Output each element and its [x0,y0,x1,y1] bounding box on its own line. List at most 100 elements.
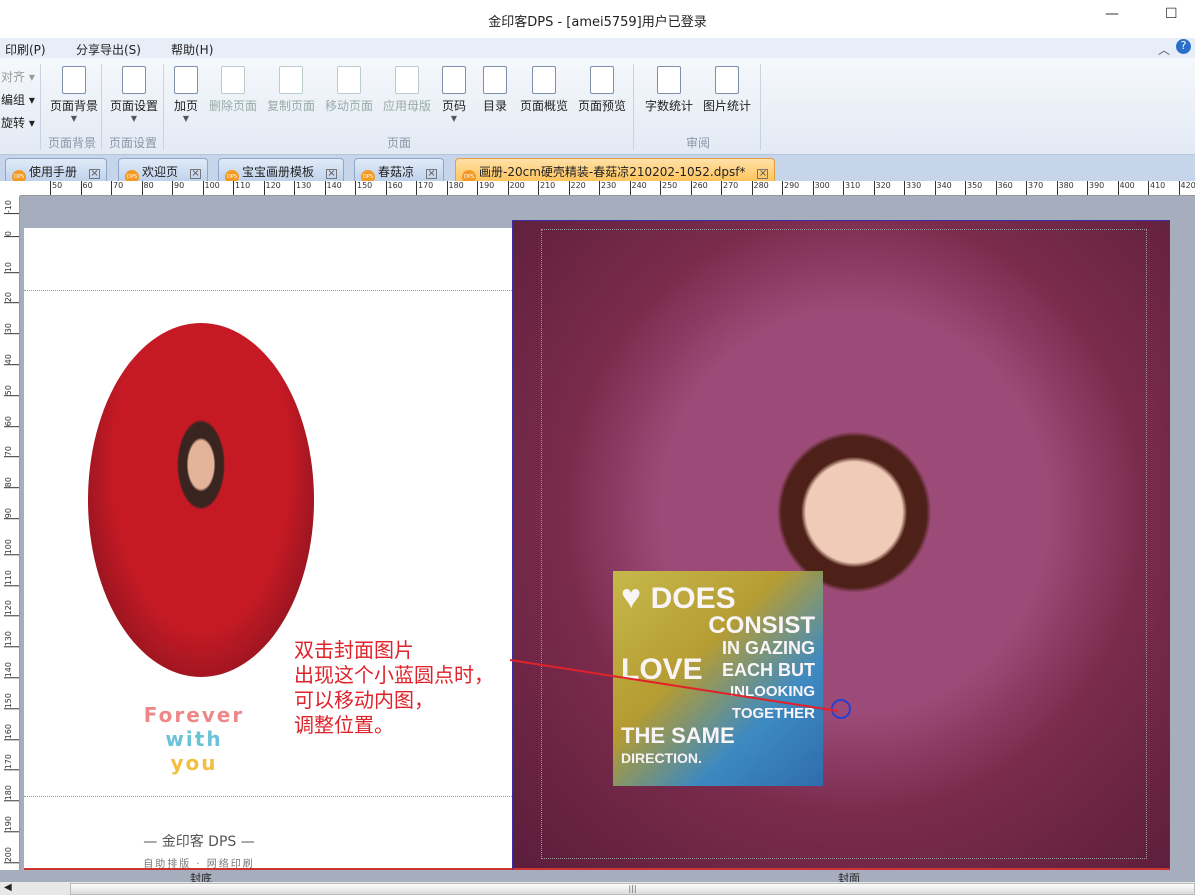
ruler-tick: 420 [1178,181,1195,195]
help-icon[interactable]: ? [1176,39,1191,54]
group-label-page: 页面 [387,136,412,150]
dropdown-arrow-icon: ▼ [182,114,190,123]
rotate-menu[interactable]: 旋转 ▾ [1,114,35,131]
ruler-tick: 140 [4,662,19,679]
image-count-button[interactable]: 图片统计 [701,66,753,114]
copy-page-button[interactable]: 复制页面 [265,66,317,114]
ruler-tick: 110 [233,181,250,195]
close-tab-icon[interactable]: × [426,169,438,179]
group-label-page-background: 页面背景 [48,136,97,150]
ruler-tick: 50 [4,384,19,396]
word-count-button[interactable]: 字数统计 [643,66,695,114]
ruler-tick: 360 [995,181,1013,195]
ruler-tick: 170 [416,181,433,195]
page-preview-button[interactable]: 页面预览 [576,66,628,114]
page-overview-button[interactable]: 页面概览 [518,66,570,114]
ruler-tick: 20 [4,292,19,304]
toc-icon [483,66,507,94]
close-tab-icon[interactable]: × [757,169,769,179]
page-setup-button[interactable]: 页面设置 ▼ [108,66,160,123]
ruler-tick: 340 [934,181,952,195]
ruler-tick: 260 [690,181,708,195]
group-label-review: 审阅 [686,136,711,150]
ruler-tick: 70 [4,446,19,458]
ruler-tick: 70 [111,181,123,195]
ruler-tick: 80 [141,181,154,195]
ruler-tick: 90 [4,508,19,520]
ruler-tick: 160 [4,723,19,740]
tab-2[interactable]: DPS 宝宝画册模板 × [218,158,345,184]
minimize-button[interactable]: — [1105,6,1119,22]
ruler-tick: 110 [4,569,19,586]
page-background-icon [62,66,86,94]
ruler-tick: 280 [751,181,769,195]
page-number-button[interactable]: 页码 ▼ [440,66,468,123]
apply-master-icon [395,66,419,94]
vertical-ruler: -10 0 10 20 30 40 50 60 70 80 90 100 110 120 130 140 150… [4,196,20,870]
tab-3[interactable]: DPS 春菇凉 × [354,158,445,184]
ruler-tick: 50 [50,181,62,195]
ruler-tick: 120 [4,600,19,617]
ruler-tick: 10 [4,261,19,273]
add-page-button[interactable]: 加页 ▼ [172,66,200,123]
tab-1[interactable]: DPS 欢迎页 × [118,158,209,184]
collapse-ribbon-icon[interactable]: ︿ [1158,41,1170,58]
page-background-button[interactable]: 页面背景 ▼ [48,66,100,123]
canvas[interactable]: Forever with you — 金印客 DPS — 自助排版 · 网络印刷… [20,196,1195,870]
ruler-tick: 60 [4,415,19,427]
ruler-tick: 120 [263,181,281,195]
close-tab-icon[interactable]: × [326,169,338,179]
close-tab-icon[interactable]: × [190,169,202,179]
ruler-corner [4,181,20,196]
ruler-tick: 80 [4,477,19,489]
ruler-tick: 170 [4,754,19,771]
page-preview-icon [590,66,614,94]
ruler-tick: 310 [843,181,860,195]
image-count-icon [715,66,739,94]
ruler-tick: 100 [4,538,19,556]
delete-page-button[interactable]: 删除页面 [207,66,259,114]
ruler-tick: 250 [660,181,677,195]
ruler-tick: 200 [4,846,19,864]
ruler-tick: 190 [477,181,494,195]
menu-share-export[interactable]: 分享导出(S) [76,41,141,58]
horizontal-scrollbar[interactable]: ◀ ||| [0,882,1195,895]
ruler-tick: 200 [507,181,525,195]
ruler-tick: 180 [4,785,19,802]
group-label-page-setup: 页面设置 [109,136,158,150]
maximize-button[interactable]: ☐ [1165,6,1178,22]
ruler-tick: 30 [4,323,19,335]
title-bar: 金印客DPS - [amei5759]用户已登录 — ☐ [0,0,1195,38]
toc-button[interactable]: 目录 [481,66,509,114]
ruler-tick: 390 [1087,181,1104,195]
ruler-tick: 410 [1148,181,1165,195]
menu-help[interactable]: 帮助(H) [171,41,213,58]
menu-bar: 印刷(P) 分享导出(S) 帮助(H) ︿ ? [0,38,1195,58]
ruler-tick: 160 [385,181,403,195]
tab-0[interactable]: DPS 使用手册 × [5,158,108,184]
delete-page-icon [221,66,245,94]
ruler-tick: 270 [721,181,738,195]
ruler-tick: 240 [629,181,647,195]
move-page-button[interactable]: 移动页面 [323,66,375,114]
menu-print[interactable]: 印刷(P) [5,41,46,58]
add-page-icon [174,66,198,94]
horizontal-ruler: 50 60 70 80 90 100 110 120 130 140 150 160 170 180 190… [20,181,1195,196]
window-title: 金印客DPS - [amei5759]用户已登录 [488,15,707,30]
ruler-tick: 290 [782,181,799,195]
ruler-tick: 320 [873,181,891,195]
align-menu[interactable]: 对齐 ▾ [1,68,35,85]
apply-master-button[interactable]: 应用母版 [381,66,433,114]
group-menu[interactable]: 编组 ▾ [1,91,35,108]
tab-4[interactable]: DPS 画册-20cm硬壳精装-春菇凉210202-1052.dpsf* × [455,158,776,184]
ruler-tick: 100 [202,181,220,195]
ruler-tick: 130 [294,181,311,195]
ruler-tick: -10 [4,200,19,215]
ruler-tick: 190 [4,816,19,833]
dropdown-arrow-icon: ▼ [450,114,458,123]
ruler-tick: 90 [172,181,184,195]
ruler-tick: 370 [1026,181,1043,195]
close-tab-icon[interactable]: × [89,169,101,179]
scrollbar-thumb[interactable]: ||| [70,883,1195,895]
ruler-tick: 350 [965,181,982,195]
